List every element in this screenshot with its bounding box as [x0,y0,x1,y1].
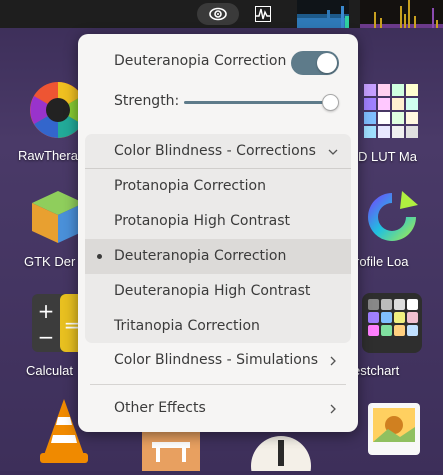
color-filter-menu: Deuteranopia Correction Strength: Color … [78,34,358,432]
eye-icon [209,7,227,21]
toggle-label: Deuteranopia Correction [114,53,287,69]
app-label: Calculat [26,363,73,378]
app-image-viewer[interactable] [366,403,426,471]
menu-item-protanopia-high-contrast[interactable]: Protanopia High Contrast [78,204,358,239]
image-viewer-icon [368,403,420,455]
menu-item-label: Protanopia Correction [114,178,266,194]
app-label: GTK Der [24,254,76,269]
pulse-icon [255,6,271,22]
other-effects-submenu[interactable]: Other Effects [78,391,358,426]
top-panel [0,0,443,28]
menu-item-label: Tritanopia Correction [114,318,260,334]
svg-text:+: + [38,299,55,323]
app-partial-bottom-1[interactable] [142,432,202,471]
app-3d-lut-maker[interactable]: D LUT Ma [350,70,443,170]
chevron-right-icon [330,404,336,414]
menu-item-deuteranopia-correction[interactable]: Deuteranopia Correction [78,239,358,274]
3d-lut-maker-icon [364,84,418,138]
app-label: rofile Loa [355,254,409,269]
profile-loader-icon [368,191,418,241]
selected-bullet-icon [97,254,102,259]
menu-item-label: Protanopia High Contrast [114,213,290,229]
toggle-knob [317,53,337,73]
corrections-submenu-header[interactable]: Color Blindness - Corrections [78,134,358,169]
strength-slider-handle[interactable] [322,94,339,111]
menu-item-label: Deuteranopia Correction [114,248,287,264]
bench-icon [142,432,200,471]
chevron-down-icon [328,149,338,155]
chevron-right-icon [330,356,336,366]
color-blind-filter-indicator[interactable] [197,3,239,25]
cpu-graph[interactable] [297,0,349,28]
network-graph-bars [360,0,443,28]
svg-text:−: − [38,325,55,349]
menu-separator [90,384,346,385]
app-label: RawThera [18,148,78,163]
menu-item-protanopia-correction[interactable]: Protanopia Correction [78,169,358,204]
system-monitor-indicator[interactable] [252,3,274,25]
app-label: estchart [353,363,400,378]
submenu-header-label: Color Blindness - Corrections [114,143,316,159]
menu-item-deuteranopia-high-contrast[interactable]: Deuteranopia High Contrast [78,274,358,309]
strength-slider[interactable] [184,101,330,104]
deuteranopia-toggle-switch[interactable] [291,51,339,75]
network-graph[interactable] [360,0,443,28]
strength-label: Strength: [114,93,180,109]
menu-item-label: Deuteranopia High Contrast [114,283,311,299]
simulations-submenu[interactable]: Color Blindness - Simulations [78,343,358,378]
clock-icon [251,436,311,475]
app-testchart[interactable]: estchart [350,290,443,390]
simulations-label: Color Blindness - Simulations [114,352,319,368]
cpu-graph-bars [297,6,349,28]
app-profile-loader[interactable]: rofile Loa [350,185,443,285]
app-partial-bottom-2[interactable] [250,432,311,475]
app-label: D LUT Ma [358,149,417,164]
testchart-icon [362,293,422,353]
other-effects-label: Other Effects [114,400,206,416]
menu-item-tritanopia-correction[interactable]: Tritanopia Correction [78,309,358,344]
